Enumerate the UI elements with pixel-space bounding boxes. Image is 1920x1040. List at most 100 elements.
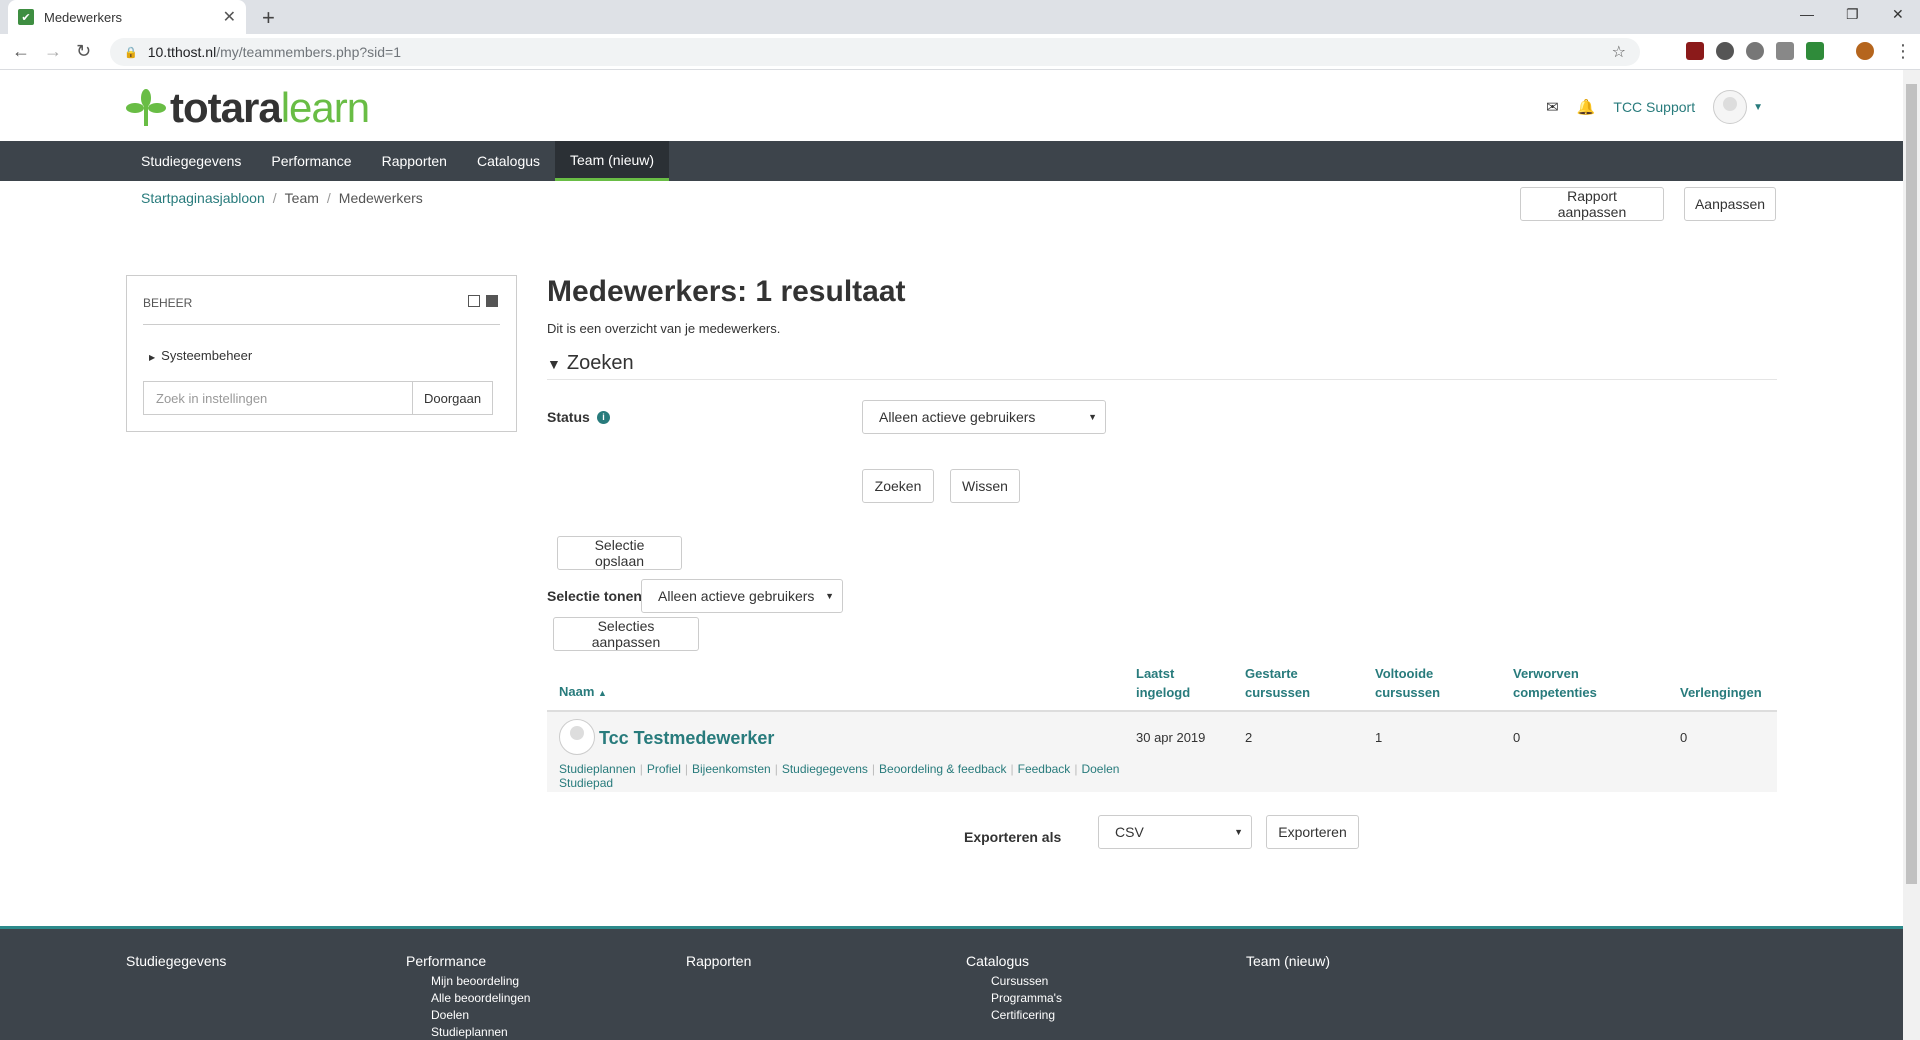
- scrollbar-thumb[interactable]: [1906, 84, 1917, 884]
- footer-link-team[interactable]: Team (nieuw): [1246, 953, 1330, 969]
- info-icon[interactable]: i: [597, 411, 610, 424]
- extension-icon[interactable]: [1746, 42, 1764, 60]
- address-bar[interactable]: 🔒 10.tthost.nl/my/teammembers.php?sid=1 …: [110, 38, 1640, 66]
- footer-link[interactable]: Cursussen: [991, 973, 1062, 990]
- forward-icon[interactable]: →: [44, 41, 62, 62]
- notifications-bell-icon[interactable]: 🔔: [1577, 98, 1596, 116]
- site-favicon-icon: ✔: [18, 9, 34, 25]
- column-header-started[interactable]: Gestarte cursussen: [1245, 664, 1310, 702]
- column-header-last-login[interactable]: Laatst ingelogd: [1136, 664, 1190, 702]
- user-avatar[interactable]: [559, 719, 595, 755]
- breadcrumb-home[interactable]: Startpaginasjabloon: [141, 190, 265, 206]
- tab-close-icon[interactable]: ✕: [223, 7, 236, 27]
- header-line: Voltooide: [1375, 666, 1434, 681]
- admin-search-input[interactable]: Zoek in instellingen: [143, 381, 413, 415]
- admin-tree-item[interactable]: ▶ Systeembeheer: [149, 348, 252, 363]
- leaf-logo-icon: [126, 89, 166, 126]
- link-bijeenkomsten[interactable]: Bijeenkomsten: [692, 762, 771, 776]
- lock-icon: 🔒: [124, 46, 138, 59]
- footer-link-studiegegevens[interactable]: Studiegegevens: [126, 953, 226, 969]
- nav-item-rapporten[interactable]: Rapporten: [367, 141, 462, 181]
- link-studieplannen[interactable]: Studieplannen: [559, 762, 636, 776]
- footer-link[interactable]: Alle beoordelingen: [431, 990, 530, 1007]
- pdf-extension-icon[interactable]: [1686, 42, 1704, 60]
- totara-logo[interactable]: totaralearn: [126, 84, 370, 132]
- browser-menu-icon[interactable]: ⋮: [1894, 41, 1912, 62]
- link-profiel[interactable]: Profiel: [647, 762, 681, 776]
- user-avatar[interactable]: [1713, 90, 1748, 124]
- new-tab-icon[interactable]: +: [262, 5, 275, 31]
- link-beoordeling-feedback[interactable]: Beoordeling & feedback: [879, 762, 1006, 776]
- dropdown-arrow-icon: ▼: [825, 591, 834, 601]
- profile-avatar-icon[interactable]: [1856, 42, 1874, 60]
- column-header-name[interactable]: Naam ▲: [559, 682, 607, 703]
- link-feedback[interactable]: Feedback: [1018, 762, 1071, 776]
- search-section: ▼ Zoeken: [547, 352, 1777, 380]
- save-selection-button[interactable]: Selectie opslaan: [557, 536, 682, 570]
- export-format-select[interactable]: CSV ▼: [1098, 815, 1252, 849]
- footer-link-catalogus[interactable]: Catalogus: [966, 953, 1062, 969]
- column-header-completed[interactable]: Voltooide cursussen: [1375, 664, 1440, 702]
- footer-link[interactable]: Mijn beoordeling: [431, 973, 530, 990]
- column-header-extensions[interactable]: Verlengingen: [1680, 683, 1762, 702]
- nav-item-performance[interactable]: Performance: [256, 141, 366, 181]
- export-button[interactable]: Exporteren: [1266, 815, 1359, 849]
- collapse-block-icon[interactable]: [486, 295, 498, 307]
- breadcrumb-separator: /: [272, 190, 277, 206]
- footer-link[interactable]: Doelen: [431, 1007, 530, 1024]
- window-close-icon[interactable]: ✕: [1892, 6, 1904, 23]
- user-name-link[interactable]: Tcc Testmedewerker: [599, 728, 774, 749]
- footer-column-catalogus: Catalogus Cursussen Programma's Certific…: [966, 953, 1062, 1024]
- site-header: totaralearn ✉ 🔔 TCC Support ▼: [0, 70, 1903, 141]
- collapse-triangle-icon: ▼: [547, 355, 561, 372]
- nav-item-team[interactable]: Team (nieuw): [555, 141, 670, 181]
- clear-button[interactable]: Wissen: [950, 469, 1020, 503]
- nav-item-studiegegevens[interactable]: Studiegegevens: [126, 141, 256, 181]
- admin-tree-item-label: Systeembeheer: [161, 348, 253, 363]
- minimize-icon[interactable]: —: [1800, 6, 1814, 22]
- extension-icon[interactable]: [1806, 42, 1824, 60]
- bookmark-star-icon[interactable]: ☆: [1612, 42, 1626, 62]
- user-menu-name[interactable]: TCC Support: [1613, 99, 1695, 115]
- user-menu-caret-icon[interactable]: ▼: [1753, 102, 1763, 113]
- search-button[interactable]: Zoeken: [862, 469, 934, 503]
- breadcrumb-current: Medewerkers: [338, 190, 423, 206]
- show-selection-value: Alleen actieve gebruikers: [658, 588, 815, 604]
- column-header-competencies[interactable]: Verworven competenties: [1513, 664, 1597, 702]
- customize-report-button[interactable]: Rapport aanpassen: [1520, 187, 1664, 221]
- page-scrollbar[interactable]: [1903, 70, 1920, 1040]
- footer-column-studiegegevens: Studiegegevens: [126, 953, 226, 969]
- status-select[interactable]: Alleen actieve gebruikers ▼: [862, 400, 1106, 434]
- link-doelen[interactable]: Doelen: [1081, 762, 1119, 776]
- header-line: Laatst: [1136, 666, 1175, 681]
- footer-link[interactable]: Programma's: [991, 990, 1062, 1007]
- footer-link-rapporten[interactable]: Rapporten: [686, 953, 751, 969]
- link-studiepad[interactable]: Studiepad: [559, 776, 613, 790]
- cell-extensions: 0: [1680, 730, 1688, 745]
- messages-icon[interactable]: ✉: [1546, 98, 1559, 116]
- footer-link-performance[interactable]: Performance: [406, 953, 530, 969]
- header-line: ingelogd: [1136, 685, 1191, 700]
- link-separator: |: [774, 762, 778, 776]
- restore-icon[interactable]: ❐: [1846, 6, 1859, 23]
- search-section-toggle[interactable]: ▼ Zoeken: [547, 352, 1777, 375]
- back-icon[interactable]: ←: [12, 41, 30, 62]
- extension-icon[interactable]: [1716, 42, 1734, 60]
- footer-column-rapporten: Rapporten: [686, 953, 751, 969]
- dock-block-icon[interactable]: [468, 295, 480, 307]
- reload-icon[interactable]: ↻: [76, 41, 91, 62]
- footer-link[interactable]: Certificering: [991, 1007, 1062, 1024]
- logo-text-totara: totara: [170, 84, 282, 131]
- breadcrumb-team[interactable]: Team: [285, 190, 319, 206]
- camera-extension-icon[interactable]: [1776, 42, 1794, 60]
- show-selection-select[interactable]: Alleen actieve gebruikers ▼: [641, 579, 843, 613]
- divider: [143, 324, 500, 325]
- footer-link[interactable]: Studieplannen: [431, 1024, 530, 1040]
- admin-search-button[interactable]: Doorgaan: [413, 381, 494, 415]
- browser-tab[interactable]: ✔ Medewerkers ✕: [8, 0, 246, 34]
- cell-completed: 1: [1375, 730, 1383, 745]
- link-studiegegevens[interactable]: Studiegegevens: [782, 762, 868, 776]
- nav-item-catalogus[interactable]: Catalogus: [462, 141, 555, 181]
- customize-button[interactable]: Aanpassen: [1684, 187, 1776, 221]
- edit-selections-button[interactable]: Selecties aanpassen: [553, 617, 699, 651]
